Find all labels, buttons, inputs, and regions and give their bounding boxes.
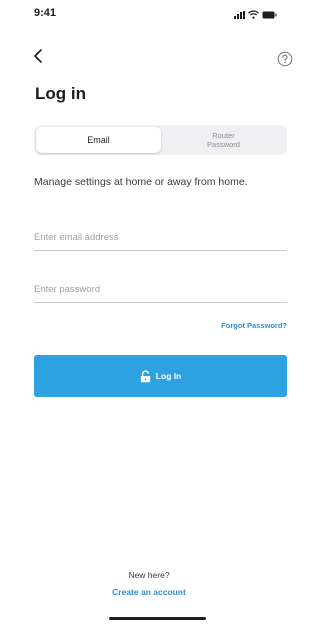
email-field[interactable] xyxy=(34,224,287,251)
page-title: Log in xyxy=(35,84,86,103)
help-circle-icon[interactable] xyxy=(277,51,293,67)
status-bar: 9:41 xyxy=(15,0,283,28)
battery-icon xyxy=(262,11,277,19)
home-indicator xyxy=(109,617,206,620)
new-here-text: New here? xyxy=(128,570,170,580)
signal-icon xyxy=(234,11,245,19)
forgot-password-link[interactable]: Forgot Password? xyxy=(221,321,287,330)
tab-email[interactable]: Email xyxy=(36,127,161,153)
unlock-icon xyxy=(140,369,151,383)
status-time: 9:41 xyxy=(34,7,57,19)
description-text: Manage settings at home or away from hom… xyxy=(34,176,248,188)
login-button[interactable]: Log In xyxy=(34,355,287,397)
password-field[interactable] xyxy=(34,276,287,303)
login-method-tabs: Email Router Password xyxy=(34,125,287,155)
tab-router-password[interactable]: Router Password xyxy=(162,127,285,153)
chevron-left-icon[interactable] xyxy=(32,46,46,66)
status-icons xyxy=(234,9,277,19)
create-account-link[interactable]: Create an account xyxy=(15,587,283,597)
login-button-label: Log In xyxy=(155,371,182,381)
login-screen: 9:41 Log in Email Router Password Manage… xyxy=(15,0,293,629)
wifi-icon xyxy=(248,10,259,19)
